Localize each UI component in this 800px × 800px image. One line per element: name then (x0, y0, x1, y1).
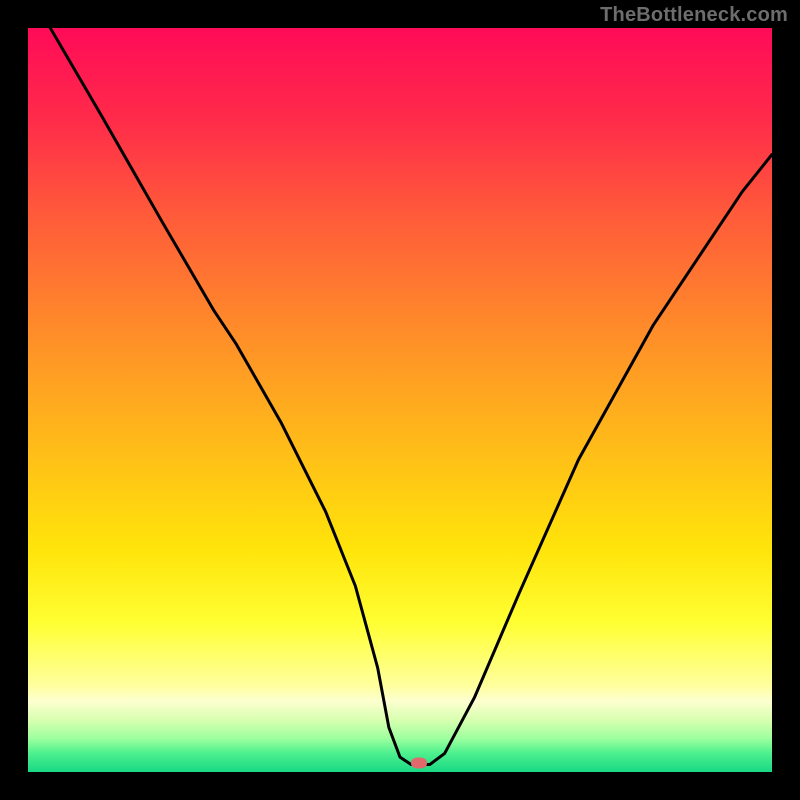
watermark-text: TheBottleneck.com (600, 4, 788, 27)
bottleneck-marker (411, 758, 427, 769)
plot-area (28, 28, 772, 772)
chart-frame: TheBottleneck.com (0, 0, 800, 800)
bottleneck-curve (28, 28, 772, 772)
